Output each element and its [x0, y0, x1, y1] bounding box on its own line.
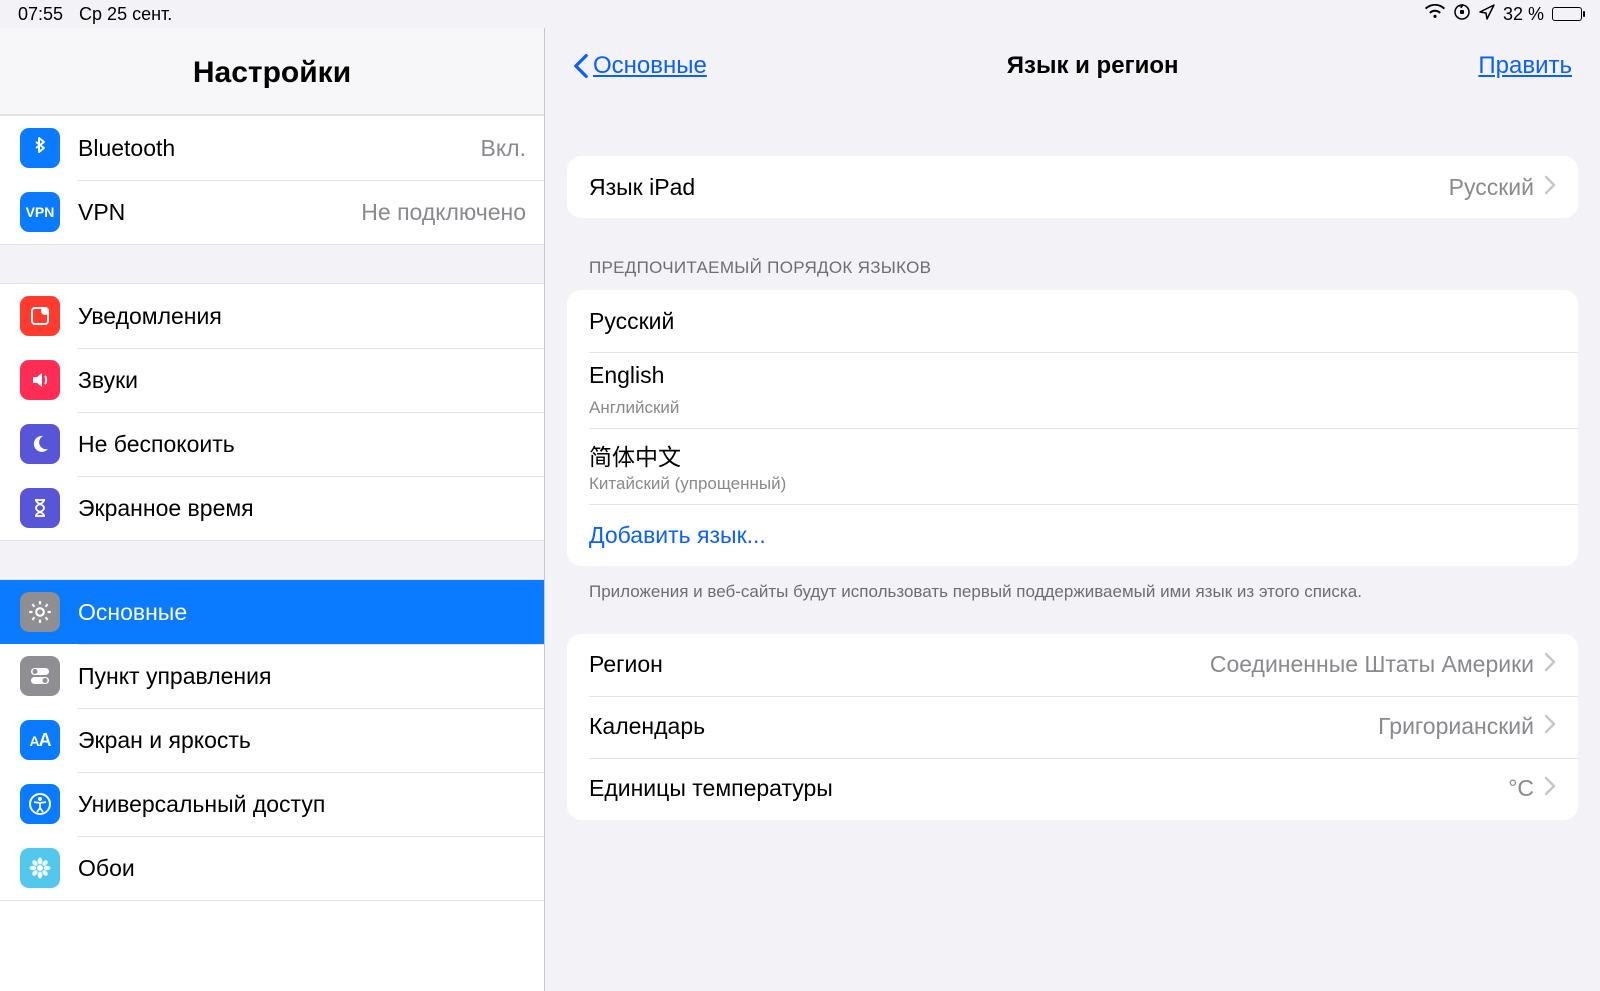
sidebar-item-display[interactable]: AA Экран и яркость [0, 708, 544, 772]
cell-value: Русский [1449, 174, 1534, 201]
sidebar-item-screentime[interactable]: Экранное время [0, 476, 544, 540]
location-icon [1479, 4, 1495, 25]
back-button[interactable]: Основные [573, 52, 707, 80]
preferred-languages-header: ПРЕДПОЧИТАЕМЫЙ ПОРЯДОК ЯЗЫКОВ [567, 218, 1578, 290]
sidebar-item-label: Уведомления [78, 303, 526, 330]
ipad-language-card: Язык iPad Русский [567, 156, 1578, 218]
status-date: Ср 25 сент. [79, 4, 172, 25]
nav-bar: Основные Язык и регион Править [545, 28, 1600, 98]
sidebar-title: Настройки [0, 28, 544, 115]
sidebar-item-dnd[interactable]: Не беспокоить [0, 412, 544, 476]
detail-pane: Основные Язык и регион Править Язык iPad… [545, 28, 1600, 991]
status-bar: 07:55 Ср 25 сент. 32 % [0, 0, 1600, 28]
sidebar-item-label: Основные [78, 599, 526, 626]
chevron-right-icon [1544, 714, 1556, 739]
region-settings-card: Регион Соединенные Штаты Америки Календа… [567, 634, 1578, 820]
sidebar-group-notifications: Уведомления Звуки Не беспокоить Экранное… [0, 283, 544, 541]
sidebar-item-general[interactable]: Основные [0, 580, 544, 644]
battery-icon [1552, 7, 1582, 21]
notifications-icon [20, 296, 60, 336]
chevron-right-icon [1544, 776, 1556, 801]
cell-label: Календарь [589, 713, 1378, 740]
back-label: Основные [593, 52, 707, 80]
sidebar-item-label: Обои [78, 855, 526, 882]
ipad-language-row[interactable]: Язык iPad Русский [567, 156, 1578, 218]
accessibility-icon [20, 784, 60, 824]
sidebar-item-accessibility[interactable]: Универсальный доступ [0, 772, 544, 836]
add-language-label: Добавить язык... [589, 522, 1556, 549]
chevron-right-icon [1544, 652, 1556, 677]
orientation-lock-icon [1453, 3, 1471, 26]
preferred-languages-footer: Приложения и веб-сайты будут использоват… [567, 566, 1578, 634]
language-row[interactable]: English Английский [567, 352, 1578, 428]
region-row[interactable]: Регион Соединенные Штаты Америки [567, 634, 1578, 696]
language-row[interactable]: Русский [567, 290, 1578, 352]
cell-value: Соединенные Штаты Америки [1210, 651, 1534, 678]
switches-icon [20, 656, 60, 696]
gear-icon [20, 592, 60, 632]
language-name: 简体中文 [589, 438, 681, 472]
sidebar-item-vpn[interactable]: VPN VPN Не подключено [0, 180, 544, 244]
language-name: English [589, 362, 664, 396]
sidebar-item-label: Универсальный доступ [78, 791, 526, 818]
sidebar-item-notifications[interactable]: Уведомления [0, 284, 544, 348]
sidebar-item-wallpaper[interactable]: Обои [0, 836, 544, 900]
vpn-icon: VPN [20, 192, 60, 232]
cell-value: °C [1508, 775, 1534, 802]
sidebar-item-bluetooth[interactable]: Bluetooth Вкл. [0, 116, 544, 180]
language-row[interactable]: 简体中文 Китайский (упрощенный) [567, 428, 1578, 504]
sidebar-item-value: Вкл. [481, 135, 526, 162]
cell-label: Язык iPad [589, 174, 1449, 201]
settings-sidebar: Настройки Bluetooth Вкл. VPN VPN Не подк… [0, 28, 545, 991]
sidebar-item-label: Не беспокоить [78, 431, 526, 458]
language-subname: Китайский (упрощенный) [589, 474, 786, 494]
calendar-row[interactable]: Календарь Григорианский [567, 696, 1578, 758]
sidebar-item-label: Bluetooth [78, 135, 481, 162]
page-title: Язык и регион [1007, 52, 1179, 80]
bluetooth-icon [20, 128, 60, 168]
temperature-row[interactable]: Единицы температуры °C [567, 758, 1578, 820]
sidebar-item-label: Экран и яркость [78, 727, 526, 754]
sidebar-item-control-center[interactable]: Пункт управления [0, 644, 544, 708]
cell-value: Григорианский [1378, 713, 1534, 740]
sidebar-item-label: Экранное время [78, 495, 526, 522]
sidebar-item-sounds[interactable]: Звуки [0, 348, 544, 412]
sidebar-item-value: Не подключено [361, 199, 526, 226]
sidebar-group-connectivity: Bluetooth Вкл. VPN VPN Не подключено [0, 115, 544, 245]
aa-icon: AA [20, 720, 60, 760]
sidebar-item-label: Пункт управления [78, 663, 526, 690]
sidebar-item-label: Звуки [78, 367, 526, 394]
wifi-icon [1425, 4, 1445, 25]
flower-icon [20, 848, 60, 888]
battery-percent: 32 % [1503, 4, 1544, 25]
status-time: 07:55 [18, 4, 63, 25]
cell-label: Регион [589, 651, 1210, 678]
language-name: Русский [589, 308, 1556, 335]
sidebar-item-label: VPN [78, 199, 361, 226]
chevron-right-icon [1544, 175, 1556, 200]
language-subname: Английский [589, 398, 679, 418]
add-language-row[interactable]: Добавить язык... [567, 504, 1578, 566]
sounds-icon [20, 360, 60, 400]
sidebar-group-general: Основные Пункт управления AA Экран и ярк… [0, 579, 544, 901]
preferred-languages-card: Русский English Английский 简体中文 Китайски… [567, 290, 1578, 566]
moon-icon [20, 424, 60, 464]
cell-label: Единицы температуры [589, 775, 1508, 802]
edit-button[interactable]: Править [1478, 52, 1572, 80]
hourglass-icon [20, 488, 60, 528]
